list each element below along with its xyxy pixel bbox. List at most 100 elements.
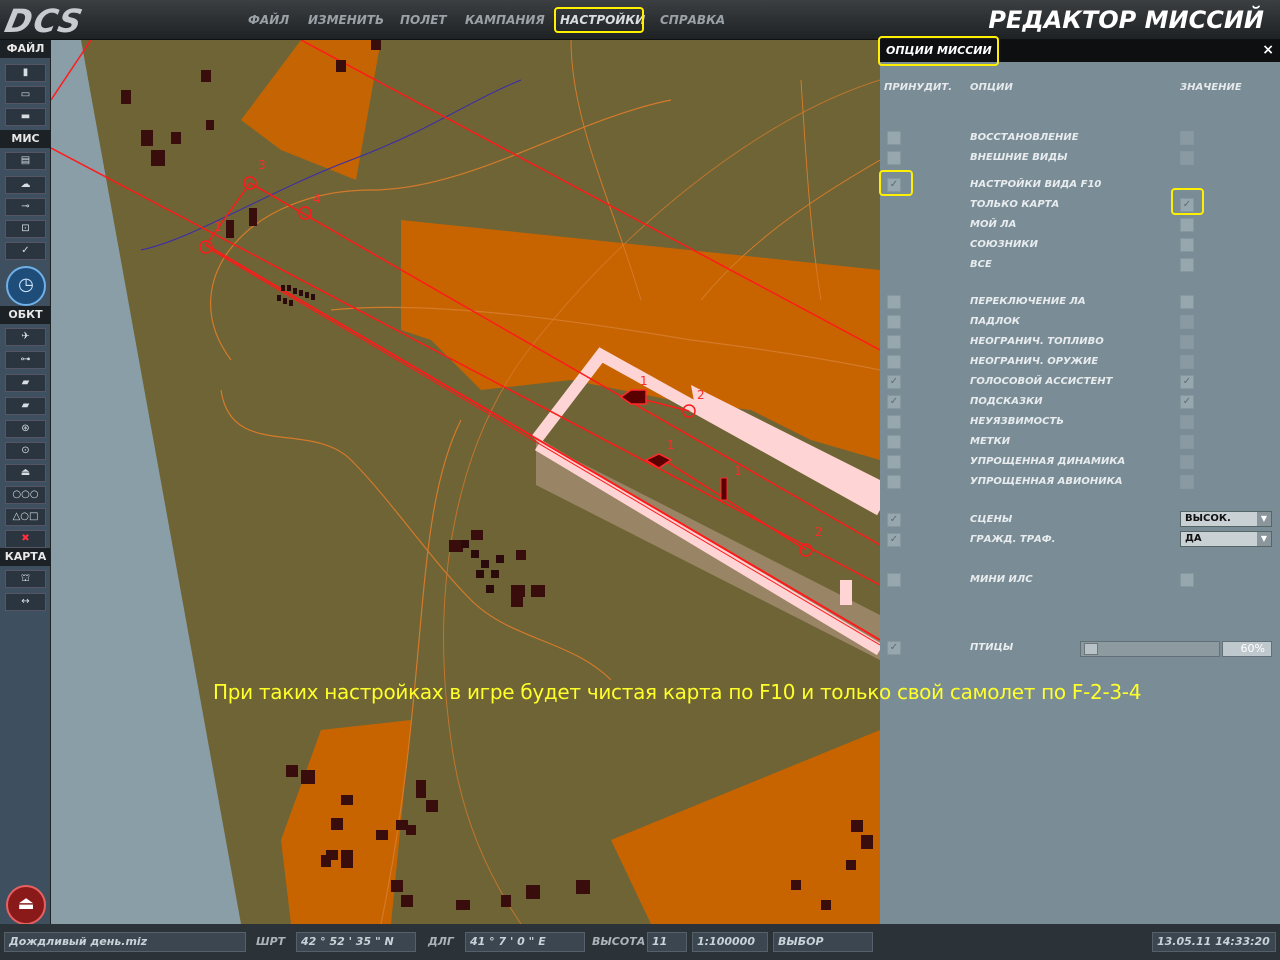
col-value-header: ЗНАЧЕНИЕ [1180,82,1242,93]
value-checkbox[interactable]: ✓ [1180,395,1194,409]
value-checkbox[interactable] [1180,435,1194,449]
force-checkbox[interactable]: ✓ [887,641,901,655]
value-checkbox[interactable] [1180,151,1194,165]
option-label: НЕОГРАНИЧ. ТОПЛИВО [970,336,1104,347]
option-row-civil-traffic: ✓ ГРАЖД. ТРАФ. ДА ▼ [880,530,1280,550]
value-checkbox[interactable]: ✓ [1180,375,1194,389]
static-icon[interactable]: ⊙ [5,442,46,460]
plane-icon[interactable]: ✈ [5,328,46,346]
group-icon[interactable]: ○○○ [5,486,46,504]
weather-icon[interactable]: ☁ [5,176,46,194]
menu-campaign[interactable]: КАМПАНИЯ [465,13,545,27]
value-checkbox[interactable] [1180,335,1194,349]
option-label: ПОДСКАЗКИ [970,396,1043,407]
value-checkbox[interactable] [1180,315,1194,329]
eject-icon[interactable]: ⏏ [6,885,46,925]
goals-icon[interactable]: ⊡ [5,220,46,238]
value-checkbox[interactable] [1180,455,1194,469]
longitude-label: ДЛГ [428,935,454,948]
select-value: ДА [1185,533,1202,544]
option-label: ПЕРЕКЛЮЧЕНИЕ ЛА [970,296,1086,307]
option-row-easy-avionics: УПРОЩЕННАЯ АВИОНИКА [880,472,1280,492]
open-folder-icon[interactable]: ▭ [5,86,46,104]
section-file: ФАЙЛ [0,40,51,58]
ship2-icon[interactable]: ⏏ [5,464,46,482]
value-checkbox[interactable] [1180,258,1194,272]
option-label: НЕУЯЗВИМОСТЬ [970,416,1064,427]
force-checkbox[interactable] [887,435,901,449]
waypoint-label-c1b: 1 [734,464,742,478]
map-view[interactable]: 1 3 4 1 2 1 1 2 [51,40,880,924]
option-row-restore: ВОССТАНОВЛЕНИЕ [880,128,1280,148]
force-checkbox[interactable] [887,475,901,489]
ship-icon[interactable]: ▰ [5,374,46,392]
briefing-icon[interactable]: ▤ [5,152,46,170]
value-checkbox[interactable] [1180,295,1194,309]
menu-flight[interactable]: ПОЛЕТ [400,13,447,27]
force-checkbox[interactable] [887,151,901,165]
birds-slider[interactable] [1080,641,1220,657]
altitude-label: ВЫСОТА [592,935,646,948]
vehicle-icon[interactable]: ▰ [5,397,46,415]
value-checkbox[interactable] [1180,238,1194,252]
option-row-allies: СОЮЗНИКИ [880,235,1280,255]
helicopter-icon[interactable]: ⊶ [5,351,46,369]
highlight-f10-force [879,170,913,196]
option-row-my-aircraft: МОЙ ЛА [880,215,1280,235]
delete-icon[interactable]: ✖ [5,530,46,548]
armor-icon[interactable]: ⊛ [5,420,46,438]
option-label: МОЙ ЛА [970,219,1017,230]
option-row-scenes: ✓ СЦЕНЫ ВЫСОК. ▼ [880,510,1280,530]
force-checkbox[interactable] [887,455,901,469]
latitude-value: 42 ° 52 ' 35 " N [296,932,416,952]
value-checkbox[interactable] [1180,355,1194,369]
waypoint-label-a3: 3 [258,158,266,172]
force-checkbox[interactable] [887,335,901,349]
value-checkbox[interactable] [1180,415,1194,429]
menu-edit[interactable]: ИЗМЕНИТЬ [308,13,384,27]
menu-file[interactable]: ФАЙЛ [248,13,289,27]
select-value: ВЫСОК. [1185,513,1231,524]
civil-traffic-select[interactable]: ДА ▼ [1180,531,1272,547]
force-checkbox[interactable] [887,315,901,329]
force-checkbox[interactable] [887,131,901,145]
slider-handle[interactable] [1084,643,1098,655]
binoculars-icon[interactable]: ⛫ [5,570,46,588]
value-checkbox[interactable] [1180,573,1194,587]
ruler-icon[interactable]: ↔ [5,593,46,611]
col-force-header: ПРИНУДИТ. [884,82,953,93]
mission-options-panel: ОПЦИИ МИССИИ × ПРИНУДИТ. ОПЦИИ ЗНАЧЕНИЕ … [878,36,1280,924]
waypoint-label-a4: 4 [313,192,321,206]
value-checkbox[interactable] [1180,131,1194,145]
option-row-f10-view: ✓ НАСТРОЙКИ ВИДА F10 [880,175,1280,195]
force-checkbox[interactable] [887,573,901,587]
option-label: СЦЕНЫ [970,514,1013,525]
option-label: ГОЛОСОВОЙ АССИСТЕНТ [970,376,1113,387]
mission-filename: Дождливый день.miz [4,932,246,952]
force-checkbox[interactable]: ✓ [887,533,901,547]
close-icon[interactable]: × [1262,42,1274,58]
menu-help[interactable]: СПРАВКА [660,13,725,27]
new-file-icon[interactable]: ▮ [5,64,46,82]
value-checkbox[interactable] [1180,475,1194,489]
section-objects: ОБКТ [0,306,51,324]
shapes-icon[interactable]: △○□ [5,508,46,526]
force-checkbox[interactable]: ✓ [887,375,901,389]
force-checkbox[interactable]: ✓ [887,513,901,527]
option-row-unlimited-fuel: НЕОГРАНИЧ. ТОПЛИВО [880,332,1280,352]
force-checkbox[interactable] [887,415,901,429]
chevron-down-icon: ▼ [1257,532,1271,546]
waypoint-label-a1: 1 [214,220,222,234]
scenes-select[interactable]: ВЫСОК. ▼ [1180,511,1272,527]
check-icon[interactable]: ✓ [5,242,46,260]
save-icon[interactable]: ▬ [5,108,46,126]
force-checkbox[interactable] [887,355,901,369]
force-checkbox[interactable] [887,295,901,309]
value-checkbox[interactable] [1180,218,1194,232]
map-scale: 1:100000 [692,932,768,952]
clock-icon[interactable]: ◷ [6,266,46,306]
force-checkbox[interactable]: ✓ [887,395,901,409]
app-title: РЕДАКТОР МИССИЙ [988,6,1264,34]
option-label: ТОЛЬКО КАРТА [970,199,1060,210]
trigger-icon[interactable]: ⊸ [5,198,46,216]
